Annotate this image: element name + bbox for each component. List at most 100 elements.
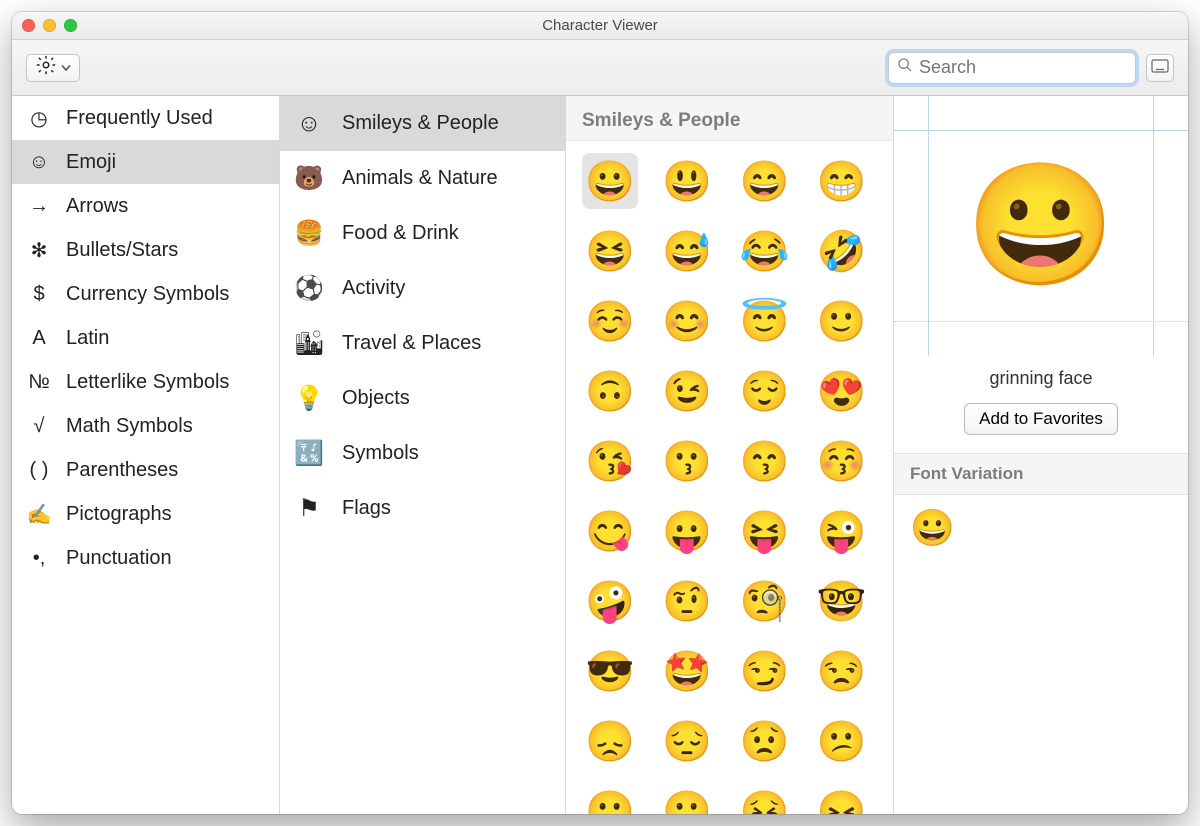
category-row[interactable]: •,Punctuation [12,536,279,580]
category-label: Pictographs [66,503,172,526]
category-row[interactable]: ALatin [12,316,279,360]
subcategory-row[interactable]: 🔣Symbols [280,426,565,481]
search-field-wrapper[interactable] [888,52,1136,84]
character-viewer-window: Character Viewer ◷Frequently Used☺Emoji→… [12,12,1188,814]
subcategory-row[interactable]: ⚽Activity [280,261,565,316]
clock-icon: ◷ [26,106,52,131]
character-cell[interactable]: ☹️ [659,783,715,814]
picto-icon: ✍ [26,502,52,527]
subcategory-row[interactable]: ☺Smileys & People [280,96,565,151]
character-cell[interactable]: 🤪 [582,573,638,629]
window-close-button[interactable] [22,19,35,32]
subcategory-label: Flags [342,497,391,520]
character-cell[interactable]: 😆 [582,223,638,279]
character-cell[interactable]: 😒 [814,643,870,699]
character-cell[interactable]: 😇 [737,293,793,349]
character-cell[interactable]: 😃 [659,153,715,209]
category-row[interactable]: ◷ Frequently Used [12,96,279,140]
character-cell[interactable]: 😌 [737,363,793,419]
smiley-icon: ☺ [26,151,52,174]
preview-glyph: 😀 [966,156,1115,296]
character-cell[interactable]: 😣 [737,783,793,814]
category-label: Math Symbols [66,415,193,438]
character-name: grinning face [894,368,1188,389]
character-cell[interactable]: ☺️ [582,293,638,349]
detail-panel: 😀 grinning face Add to Favorites Font Va… [894,96,1188,814]
character-cell[interactable]: 😂 [737,223,793,279]
character-cell[interactable]: 😙 [737,433,793,489]
category-row[interactable]: →Arrows [12,184,279,228]
window-zoom-button[interactable] [64,19,77,32]
character-cell[interactable]: 🤓 [814,573,870,629]
category-row[interactable]: ✻Bullets/Stars [12,228,279,272]
category-label: Currency Symbols [66,283,229,306]
category-label: Frequently Used [66,107,213,130]
character-cell[interactable]: 😞 [582,713,638,769]
dollar-icon: $ [26,283,52,306]
character-preview: 😀 [894,96,1188,356]
character-cell[interactable]: 😜 [814,503,870,559]
category-label: Punctuation [66,547,172,570]
character-cell[interactable]: 😄 [737,153,793,209]
category-sidebar: ◷ Frequently Used ☺Emoji→Arrows✻Bullets/St… [12,96,280,814]
add-to-favorites-button[interactable]: Add to Favorites [964,403,1118,435]
search-input[interactable] [919,57,1127,78]
character-cell[interactable]: 😟 [737,713,793,769]
character-grid: 😀 😃 😄 😁 😆 😅 😂 🤣 ☺️ 😊 😇 🙂 🙃 😉 😌 😍 😘 😗 😙 😚 😋 😛 😝 😜 🤪 🤨 🧐 🤓 😎 🤩 😏 😒 😞 😔 😟 😕 🙁 ☹️… [566,141,893,814]
character-cell[interactable]: 😋 [582,503,638,559]
category-row[interactable]: ☺Emoji [12,140,279,184]
category-label: Letterlike Symbols [66,371,229,394]
font-variation-heading: Font Variation [894,453,1188,495]
animal-icon: 🐻 [294,164,324,193]
character-cell[interactable]: 🙃 [582,363,638,419]
character-cell[interactable]: 😎 [582,643,638,699]
settings-menu-button[interactable] [26,54,80,82]
keyboard-viewer-button[interactable] [1146,54,1174,82]
character-cell[interactable]: 🙁 [582,783,638,814]
subcategory-label: Travel & Places [342,332,481,355]
category-label: Parentheses [66,459,178,482]
flags-icon: ⚑ [294,494,324,523]
subcategory-row[interactable]: 🍔Food & Drink [280,206,565,261]
category-label: Arrows [66,195,128,218]
window-minimize-button[interactable] [43,19,56,32]
subcategory-label: Symbols [342,442,419,465]
category-row[interactable]: $ Currency Symbols [12,272,279,316]
character-cell[interactable]: 😝 [737,503,793,559]
character-cell[interactable]: 😚 [814,433,870,489]
subcategory-list: ☺Smileys & People 🐻 Animals & Nature 🍔Food … [280,96,566,814]
smiley-icon: ☺ [294,110,324,138]
character-cell[interactable]: 😖 [814,783,870,814]
category-row[interactable]: √Math Symbols [12,404,279,448]
category-row[interactable]: ✍ Pictographs [12,492,279,536]
parens-icon: ( ) [26,459,52,482]
subcategory-row[interactable]: ⚑ Flags [280,481,565,536]
subcategory-row[interactable]: 🐻 Animals & Nature [280,151,565,206]
A-icon: A [26,327,52,350]
character-cell[interactable]: 😁 [814,153,870,209]
subcategory-row[interactable]: 💡Objects [280,371,565,426]
character-cell[interactable]: 😀 [582,153,638,209]
character-cell[interactable]: 🤣 [814,223,870,279]
category-row[interactable]: ( ) Parentheses [12,448,279,492]
character-cell[interactable]: 😉 [659,363,715,419]
numero-icon: № [26,371,52,394]
character-cell[interactable]: 😊 [659,293,715,349]
character-cell[interactable]: 🧐 [737,573,793,629]
character-cell[interactable]: 😔 [659,713,715,769]
search-icon [897,57,913,78]
character-cell[interactable]: 😘 [582,433,638,489]
character-cell[interactable]: 😅 [659,223,715,279]
character-cell[interactable]: 😛 [659,503,715,559]
character-cell[interactable]: 😍 [814,363,870,419]
font-variation-glyph[interactable]: 😀 [894,495,1188,561]
category-row[interactable]: № Letterlike Symbols [12,360,279,404]
subcategory-label: Animals & Nature [342,167,498,190]
character-cell[interactable]: 🤩 [659,643,715,699]
character-cell[interactable]: 😗 [659,433,715,489]
character-cell[interactable]: 🤨 [659,573,715,629]
character-cell[interactable]: 😏 [737,643,793,699]
character-cell[interactable]: 🙂 [814,293,870,349]
subcategory-row[interactable]: 🏙Travel & Places [280,316,565,371]
character-cell[interactable]: 😕 [814,713,870,769]
